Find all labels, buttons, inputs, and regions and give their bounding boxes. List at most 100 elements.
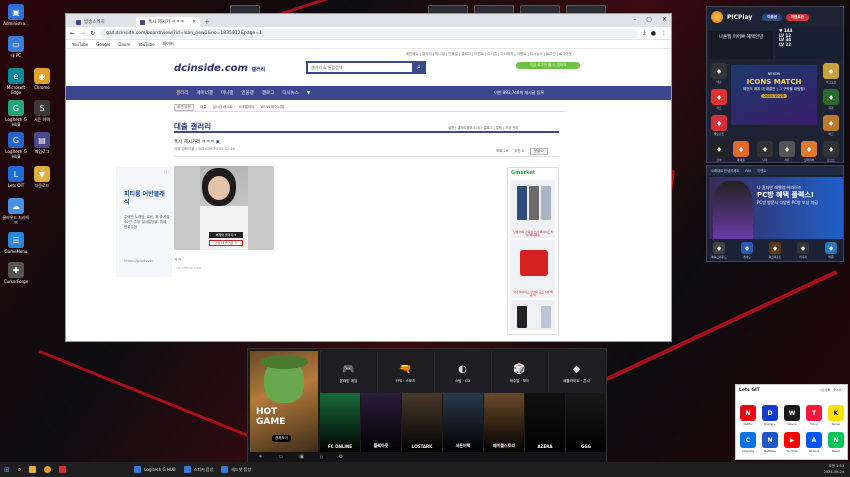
picplay-promo[interactable]: 나온엘 머어쁘 혜택안녕 (709, 31, 773, 59)
app-tving[interactable]: T Tving (804, 405, 824, 429)
bookmark-item[interactable]: YouTube (72, 42, 88, 47)
dc-logo[interactable]: dcinside.com 갤러리 (174, 63, 265, 74)
game-shortcut[interactable]: ◆ 던파 (755, 141, 775, 165)
category-3[interactable]: 🎲 캐주얼 · 보드 (491, 351, 547, 397)
game-shortcut[interactable]: ◆ 배그 (821, 115, 841, 139)
view-all-button[interactable]: 전체보기 (272, 435, 291, 442)
nav-item[interactable]: 갤로그 (262, 90, 274, 96)
pass-button[interactable]: 이용권 (762, 13, 782, 21)
taskbar-window[interactable]: Logitech G HUB (130, 462, 179, 477)
close-icon[interactable]: ✖ (842, 386, 847, 393)
tab-2[interactable]: 혹시 제시카 ㅋㅋㅋ ✕ (136, 17, 200, 27)
taskbar-window[interactable]: 헤드셋 음성 (217, 462, 255, 477)
search-input[interactable]: 갤러리 & 통합검색 ⌕ (306, 61, 426, 74)
hot-game-feature[interactable]: HOT GAME 전체보기 (250, 351, 318, 454)
search-icon[interactable]: ⌕ (412, 61, 426, 74)
app-afreeca[interactable]: A Afreeca (804, 432, 824, 456)
settings-icon[interactable]: ⚙ (339, 454, 343, 460)
nav-item[interactable]: 갤러리 (176, 90, 188, 96)
subnav-item[interactable]: 최근 방문 (174, 104, 194, 111)
bookmark-item[interactable]: 네이버 (163, 41, 174, 47)
search-button[interactable]: ⌕ (14, 462, 25, 477)
promo-button[interactable]: 지금 로그인 할 수 있어요 (516, 62, 580, 69)
nav-item[interactable]: 디시뉴스 (282, 90, 299, 96)
promo-icon[interactable]: ◆ 바람 (821, 242, 841, 266)
game-shortcut[interactable]: ◆ 메이플 (731, 141, 751, 165)
comments-button[interactable]: 댓글 0 (529, 148, 548, 155)
desktop-icon[interactable]: ▤ 게임로그 (28, 132, 56, 154)
game-shortcut[interactable]: ◆ 로아 (709, 141, 729, 165)
close-icon[interactable]: ✕ (192, 20, 196, 25)
desktop-icon[interactable]: S 서든 어택 (28, 100, 56, 122)
bookmark-item[interactable]: Daum (118, 42, 130, 47)
app-naver[interactable]: N Naver (826, 432, 846, 456)
category-2[interactable]: ◐ 스팀 · CD (434, 351, 490, 397)
taskbar-app[interactable] (55, 462, 70, 477)
subnav-item[interactable]: 실시간 베스트 (212, 105, 232, 110)
subnav-item[interactable]: WOW 마이너갤 (260, 105, 284, 110)
game-shortcut[interactable]: ◆ 발로란트 (709, 115, 729, 139)
game-shortcut[interactable]: ◆ 카트 (709, 89, 729, 113)
nav-item[interactable]: 인물갤 (241, 90, 253, 96)
game-tile[interactable]: 메이플스토리 (484, 393, 524, 453)
promo-tab[interactable]: PAY (745, 169, 751, 173)
desktop-icon[interactable]: ▣ Administra... (2, 4, 30, 26)
desktop-icon[interactable]: ☰ GameMenu (2, 232, 30, 254)
promo-tab[interactable]: 이벤트 (757, 168, 766, 173)
back-icon[interactable]: ← (70, 30, 75, 37)
screenshot-icon[interactable]: ▣ (299, 454, 304, 460)
ad-product-more[interactable] (511, 300, 555, 330)
promo-icon[interactable]: ◆ 리니지 (793, 242, 813, 266)
app-coupang[interactable]: C Coupang (738, 432, 758, 456)
start-button[interactable]: ⊞ (0, 462, 14, 477)
desktop-icon[interactable]: ☁ 클라우드 드라이브 (2, 198, 30, 225)
taskbar-explorer[interactable] (25, 462, 40, 477)
app-kakao[interactable]: K Kakao (826, 405, 846, 429)
app-netbase[interactable]: N NetBase (760, 432, 780, 456)
ad-product-pants[interactable]: 남성 바지 신축성 스판 빅사이즈 5분 해외배송 (511, 180, 555, 238)
game-tile[interactable]: 서든어택 (443, 393, 483, 453)
system-clock[interactable]: 오전 1:53 2024-09-24 (824, 463, 844, 475)
left-ad[interactable]: ⓘ 피티룸 어반클래식 주택안 노래방, 로비, 휴 휴게실 40인, 주방 실… (116, 167, 172, 277)
desktop-icon[interactable]: ▭ 내 PC (2, 36, 30, 58)
close-window-icon[interactable]: ✕ (662, 16, 667, 23)
profile-icon[interactable]: ● (651, 30, 656, 37)
reload-icon[interactable]: ↻ (90, 30, 95, 37)
game-tile[interactable]: GGG (566, 393, 606, 453)
bookmark-item[interactable]: YouTube (138, 42, 154, 47)
app-disney+[interactable]: D Disney+ (760, 405, 780, 429)
nav-item[interactable]: 미니갤 (221, 90, 233, 96)
ad-info-icon[interactable]: ⓘ (164, 169, 169, 176)
taskbar-window[interactable]: 스피커 음성 (180, 462, 218, 477)
desktop-icon[interactable]: L Lets OIT (2, 166, 30, 188)
game-shortcut[interactable]: ◆ 오버워치 (799, 141, 819, 165)
promo-icon[interactable]: ◆ 워크래프트 (765, 242, 785, 266)
game-shortcut[interactable]: ◆ 로스트 (821, 141, 841, 165)
game-tile[interactable]: AZERA (525, 393, 565, 453)
forward-icon[interactable]: → (80, 30, 85, 37)
promo-icon[interactable]: ◆ 배틀그라운드 (709, 242, 729, 266)
game-shortcut[interactable]: ◆ 리그오브 (821, 63, 841, 87)
game-shortcut[interactable]: ◆ 넥슨 (709, 63, 729, 87)
app-wavve[interactable]: W Wavve (782, 405, 802, 429)
bookmark-item[interactable]: Google (96, 42, 110, 47)
game-shortcut[interactable]: ◆ 서든 (777, 141, 797, 165)
brightness-icon[interactable]: ☀ (258, 454, 262, 460)
maximize-icon[interactable]: ▢ (646, 16, 652, 23)
game-tile[interactable]: 블랙아웃 (361, 393, 401, 453)
subnav-item[interactable]: HIT갤러리 (239, 105, 254, 110)
taskbar-chrome[interactable] (40, 462, 55, 477)
category-0[interactable]: 🎮 온라인 게임 (320, 351, 376, 397)
gallery-tools[interactable]: 설정 | 갤러리정보(1/3) | 갤로그 | 알림 | 저장 관리 (448, 125, 518, 130)
ad-product-tshirt[interactable]: 작가 빅사이즈 반팔티 요즈 5분 배송 빅 (511, 240, 555, 298)
app-youtube[interactable]: ▶ YouTube (782, 432, 802, 456)
url-input[interactable]: gall.dcinside.com/board/view/?id=loan_ne… (100, 28, 639, 38)
category-4[interactable]: ◆ 배틀라이트 · 콘시 (548, 351, 604, 397)
category-1[interactable]: 🔫 FPS · 스포츠 (377, 351, 433, 397)
download-icon[interactable]: ⤓ (643, 29, 646, 37)
promo-tab[interactable]: 오래대로 안녕하세요 (711, 168, 739, 173)
event-button[interactable]: 이벤트관 (785, 13, 809, 21)
menu-icon[interactable]: ⋮ (661, 30, 667, 37)
minimize-icon[interactable]: – (633, 16, 636, 23)
icons-match-banner[interactable]: NEXON ICONS MATCH 레전드 매치 대 대결전 | 그 구력을 대… (731, 65, 817, 125)
